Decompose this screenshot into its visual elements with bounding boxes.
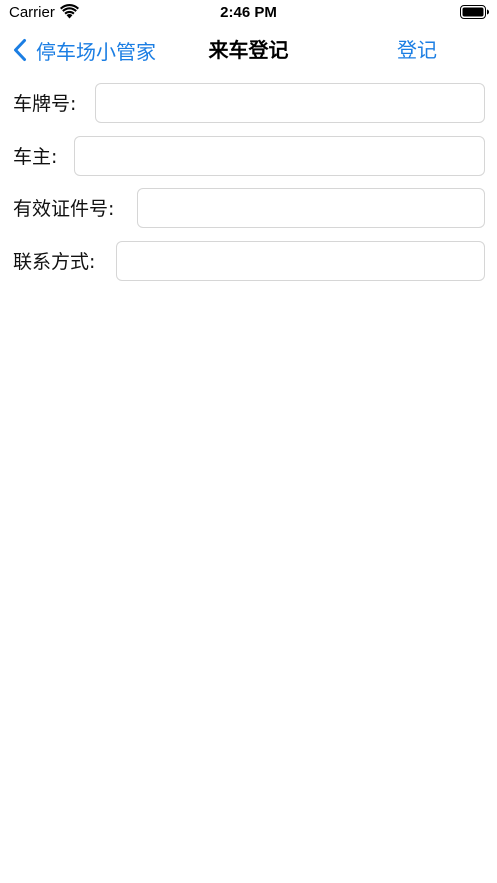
contact-label: 联系方式: [13,251,96,273]
contact-row: 联系方式: [0,241,497,283]
status-bar: Carrier 2:46 PM [0,0,497,28]
clock: 2:46 PM [220,4,277,21]
register-button[interactable]: 登记 [397,28,437,72]
back-button-label: 停车场小管家 [36,39,156,64]
chevron-left-icon [14,39,26,61]
screen: Carrier 2:46 PM 停车场小管家 来车登记 登记 车牌号: 车主: … [0,0,497,883]
navigation-bar: 停车场小管家 来车登记 登记 [0,28,497,72]
plate-number-label: 车牌号: [13,93,77,115]
back-button[interactable]: 停车场小管家 [12,28,156,72]
plate-number-row: 车牌号: [0,83,497,125]
id-number-label: 有效证件号: [13,198,115,220]
id-number-input[interactable] [137,188,485,228]
contact-input[interactable] [116,241,485,281]
owner-input[interactable] [74,136,485,176]
plate-number-input[interactable] [95,83,485,123]
owner-row: 车主: [0,136,497,178]
owner-label: 车主: [13,146,58,168]
battery-icon [460,5,489,19]
id-number-row: 有效证件号: [0,188,497,230]
